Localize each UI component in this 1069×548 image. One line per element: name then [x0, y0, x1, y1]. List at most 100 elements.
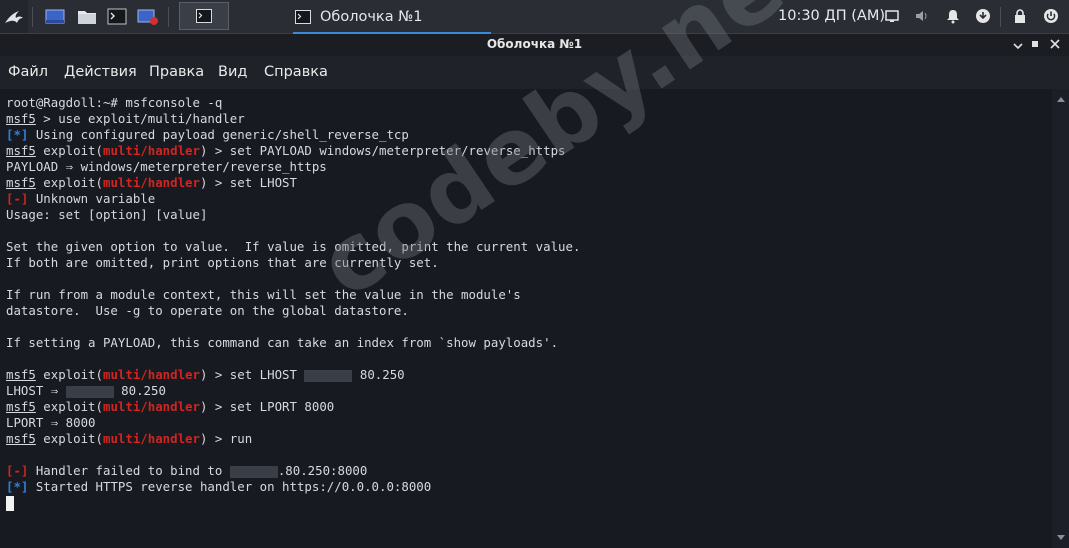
- terminal-text: exploit(: [35, 431, 103, 446]
- terminal-text: Usage: set [option] [value]: [6, 207, 208, 222]
- terminal-line: If run from a module context, this will …: [6, 287, 580, 303]
- terminal-output[interactable]: root@Ragdoll:~# msfconsole -q msf5 > use …: [0, 89, 1052, 548]
- display-icon[interactable]: [884, 8, 900, 24]
- maximize-button[interactable]: [1027, 36, 1043, 52]
- minimize-icon: [1013, 43, 1023, 50]
- terminal-text: 80.250: [352, 367, 405, 382]
- minimize-button[interactable]: [1010, 36, 1026, 52]
- prompt-msf5: msf5: [6, 111, 36, 126]
- terminal-text: Set the given option to value. If value …: [6, 239, 581, 254]
- terminal-icon: [295, 10, 311, 24]
- terminal-line: If both are omitted, print options that …: [6, 255, 580, 271]
- scrollbar[interactable]: [1052, 89, 1069, 548]
- terminal-line: [-] Handler failed to bind to .80.250:80…: [6, 463, 580, 479]
- red-highlight-text: multi/handler: [102, 367, 200, 382]
- prompt-msf5: msf5: [6, 175, 36, 190]
- terminal-text: Handler failed to bind to: [28, 463, 230, 478]
- terminal-text: exploit(: [35, 143, 103, 158]
- lock-screen-icon[interactable]: [1012, 8, 1028, 24]
- menu-bar: Файл Действия Правка Вид Справка: [0, 56, 1069, 89]
- terminal-line: If setting a PAYLOAD, this command can t…: [6, 335, 580, 351]
- terminal-line: msf5 exploit(multi/handler) > set LHOST …: [6, 367, 580, 383]
- terminal-line: [*] Using configured payload generic/she…: [6, 127, 580, 143]
- prompt-msf5: msf5: [6, 367, 36, 382]
- menu-file[interactable]: Файл: [8, 64, 48, 80]
- panel-separator: [32, 7, 33, 27]
- info-marker: [*]: [6, 127, 29, 142]
- terminal-line: LPORT ⇒ 8000: [6, 415, 580, 431]
- terminal-text: .80.250:8000: [277, 463, 368, 478]
- terminal-line: msf5 exploit(multi/handler) > set LPORT …: [6, 399, 580, 415]
- close-button[interactable]: [1047, 36, 1063, 52]
- terminal-text: LHOST ⇒: [6, 383, 66, 398]
- terminal-line: [*] Started HTTPS reverse handler on htt…: [6, 479, 580, 495]
- notifications-bell-icon[interactable]: [945, 8, 961, 24]
- terminal-line: datastore. Use -g to operate on the glob…: [6, 303, 580, 319]
- terminal-launcher-icon[interactable]: [107, 8, 127, 25]
- terminal-text: PAYLOAD ⇒ windows/meterpreter/reverse_ht…: [6, 159, 327, 174]
- updates-icon[interactable]: [975, 8, 991, 24]
- red-highlight-text: multi/handler: [102, 143, 200, 158]
- volume-icon[interactable]: [914, 8, 930, 24]
- red-highlight-text: [-]: [6, 191, 29, 206]
- terminal-text: ) > set LPORT 8000: [199, 399, 335, 414]
- scroll-down-arrow-icon[interactable]: [1057, 535, 1065, 540]
- window-list-item[interactable]: Оболочка №1: [293, 2, 491, 34]
- terminal-icon: [196, 9, 212, 23]
- terminal-text: exploit(: [35, 367, 103, 382]
- terminal-text: If setting a PAYLOAD, this command can t…: [6, 335, 559, 350]
- power-icon[interactable]: [1043, 8, 1059, 24]
- menu-actions[interactable]: Действия: [64, 64, 137, 80]
- clock[interactable]: 10:30 ДП (AM): [778, 0, 885, 33]
- maximize-icon: [1032, 41, 1038, 47]
- terminal-line: msf5 exploit(multi/handler) > set PAYLOA…: [6, 143, 580, 159]
- show-desktop-icon[interactable]: [45, 8, 65, 25]
- info-marker: [*]: [6, 479, 29, 494]
- panel-separator: [168, 7, 169, 27]
- menu-help[interactable]: Справка: [264, 64, 328, 80]
- terminal-line: [6, 495, 580, 511]
- terminal-text: Using configured payload generic/shell_r…: [28, 127, 409, 142]
- red-highlight-text: [-]: [6, 463, 29, 478]
- kali-menu-button[interactable]: [0, 0, 28, 33]
- red-highlight-text: multi/handler: [102, 399, 200, 414]
- terminal-line: [-] Unknown variable: [6, 191, 580, 207]
- terminal-text: 80.250: [113, 383, 166, 398]
- terminal-text: ) > set LHOST: [199, 175, 297, 190]
- window-list-item-label: Оболочка №1: [320, 9, 423, 25]
- terminal-line: Usage: set [option] [value]: [6, 207, 580, 223]
- red-highlight-text: multi/handler: [102, 431, 200, 446]
- active-terminal-task-button[interactable]: [179, 2, 229, 30]
- file-manager-icon[interactable]: [77, 8, 97, 25]
- prompt-msf5: msf5: [6, 431, 36, 446]
- screen-recorder-icon[interactable]: [137, 8, 158, 25]
- window-title-bar[interactable]: Оболочка №1: [0, 34, 1069, 56]
- terminal-text: ) > run: [199, 431, 253, 446]
- terminal-text: Unknown variable: [28, 191, 156, 206]
- terminal-text: If run from a module context, this will …: [6, 287, 521, 302]
- terminal-line: root@Ragdoll:~# msfconsole -q: [6, 95, 580, 111]
- terminal-text: exploit(: [35, 399, 103, 414]
- panel-separator: [1000, 7, 1001, 27]
- terminal-text: > use exploit/multi/handler: [35, 111, 245, 126]
- top-panel: Оболочка №1 10:30 ДП (AM): [0, 0, 1069, 34]
- terminal-text: root@Ragdoll:~# msfconsole -q: [6, 95, 223, 110]
- terminal-text: ) > set PAYLOAD windows/meterpreter/reve…: [199, 143, 566, 158]
- scroll-up-arrow-icon[interactable]: [1057, 97, 1065, 102]
- text-cursor: [6, 496, 14, 511]
- terminal-text: If both are omitted, print options that …: [6, 255, 439, 270]
- terminal-text: datastore. Use -g to operate on the glob…: [6, 303, 409, 318]
- red-highlight-text: multi/handler: [102, 175, 200, 190]
- terminal-text: LPORT ⇒ 8000: [6, 415, 96, 430]
- terminal-text: exploit(: [35, 175, 103, 190]
- terminal-line: PAYLOAD ⇒ windows/meterpreter/reverse_ht…: [6, 159, 580, 175]
- menu-view[interactable]: Вид: [218, 64, 247, 80]
- terminal-line: LHOST ⇒ 80.250: [6, 383, 580, 399]
- menu-edit[interactable]: Правка: [149, 64, 204, 80]
- redacted-ip-block: [65, 385, 114, 398]
